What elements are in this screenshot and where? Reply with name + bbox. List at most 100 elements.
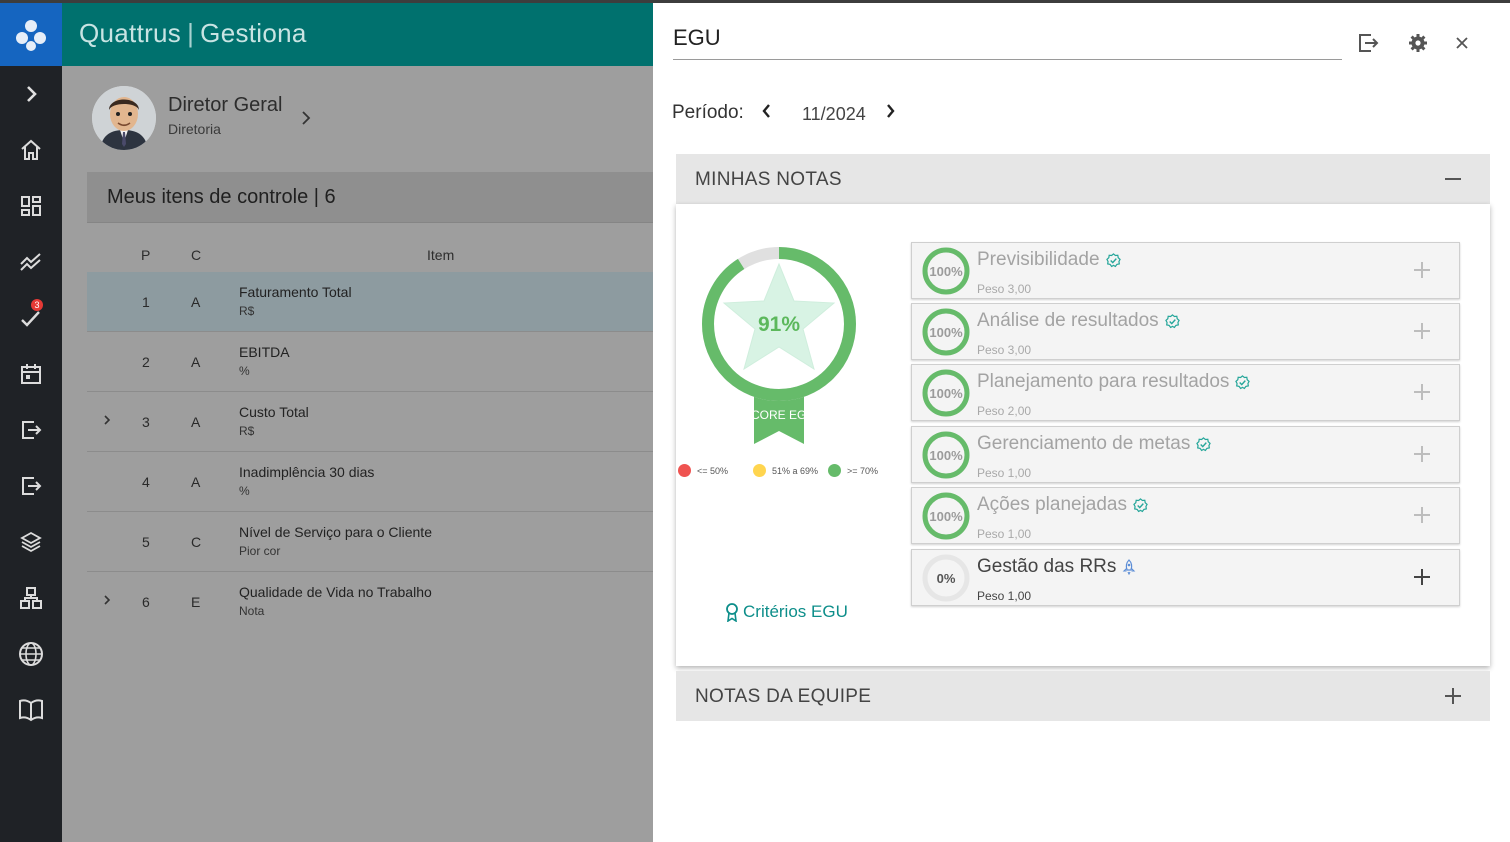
plus-icon [1414, 507, 1430, 523]
chevron-right-icon [302, 111, 311, 125]
product-name: Gestiona [200, 18, 307, 48]
plus-icon [1414, 384, 1430, 400]
score-badge: 91% SCORE EGU [702, 247, 856, 444]
nav-layers[interactable] [0, 514, 62, 570]
main-content: Diretor Geral Diretoria Meus itens de co… [62, 66, 653, 842]
nav-web[interactable] [0, 626, 62, 682]
panel-title: EGU [673, 25, 721, 50]
nav-dashboard[interactable] [0, 178, 62, 234]
card-name: Gerenciamento de metas [977, 433, 1191, 454]
note-card-gestao-rrs[interactable]: 0% Gestão das RRs Peso 1,00 [911, 549, 1460, 606]
row-priority: 3 [142, 414, 150, 430]
plus-icon [1445, 688, 1461, 704]
expand-card-button[interactable] [1413, 383, 1431, 401]
book-icon [19, 699, 43, 722]
card-percent: 100% [929, 385, 963, 401]
app-logo[interactable] [0, 3, 62, 66]
legend-label: >= 70% [847, 465, 879, 476]
expand-card-button[interactable] [1413, 322, 1431, 340]
nav-calendar[interactable] [0, 346, 62, 402]
period-value: 11/2024 [802, 104, 866, 124]
side-nav-rail: 3 [0, 0, 62, 842]
note-card-acoes[interactable]: 100% Ações planejadas Peso 1,00 [911, 487, 1460, 544]
row-name: Qualidade de Vida no Trabalho [239, 584, 432, 600]
note-card-planejamento[interactable]: 100% Planejamento para resultados Peso 2… [911, 364, 1460, 421]
row-expand-button[interactable] [101, 594, 113, 606]
close-button[interactable] [1449, 30, 1475, 56]
nav-manual[interactable] [0, 682, 62, 738]
nav-import[interactable] [0, 402, 62, 458]
period-next-button[interactable] [883, 103, 897, 119]
note-card-previsibilidade[interactable]: 100% Previsibilidade Peso 3,00 [911, 242, 1460, 299]
avatar[interactable] [92, 86, 156, 150]
card-weight: Peso 2,00 [977, 404, 1032, 418]
table-row[interactable]: 5 C Nível de Serviço para o Cliente Pior… [87, 512, 653, 572]
verified-check-icon [1196, 436, 1212, 451]
brand-separator: | [187, 18, 195, 48]
my-notes-header[interactable]: MINHAS NOTAS [676, 154, 1490, 204]
table-row[interactable]: 4 A Inadimplência 30 dias % [87, 452, 653, 512]
legend-label: <= 50% [697, 465, 729, 476]
my-notes-body: 91% SCORE EGU <= 50% 51% a 69% >= 70% Cr… [676, 204, 1490, 666]
nav-tasks[interactable]: 3 [0, 290, 62, 346]
period-prev-button[interactable] [760, 103, 774, 119]
card-name: Análise de resultados [977, 310, 1159, 331]
nav-export[interactable] [0, 458, 62, 514]
export-button[interactable] [1355, 30, 1381, 56]
legend-item: <= 50% [678, 464, 728, 477]
card-title: Análise de resultados [977, 310, 1180, 332]
card-percent: 100% [929, 324, 963, 340]
title-underline [673, 59, 1342, 60]
egu-panel: EGU Período: 11/2024 MINHAS NOTAS 91% SC… [653, 0, 1510, 842]
verified-check-icon [1235, 374, 1251, 389]
card-title: Planejamento para resultados [977, 371, 1251, 393]
legend-item: 51% a 69% [753, 464, 818, 477]
gear-icon [1409, 34, 1427, 52]
chevron-right-icon [104, 415, 111, 425]
row-expand-button[interactable] [101, 414, 113, 426]
nav-home[interactable] [0, 122, 62, 178]
row-name: Nível de Serviço para o Cliente [239, 524, 432, 540]
login-icon [22, 421, 42, 439]
expand-card-button[interactable] [1413, 445, 1431, 463]
row-unit: R$ [239, 304, 255, 318]
legend-dot [678, 464, 691, 477]
chevron-left-icon [762, 104, 770, 118]
expand-card-button[interactable] [1413, 261, 1431, 279]
row-class: E [191, 594, 201, 610]
card-percent: 100% [929, 447, 963, 463]
hierarchy-icon [20, 587, 42, 609]
expand-nav-button[interactable] [0, 66, 62, 122]
nav-trends[interactable] [0, 234, 62, 290]
row-class: C [191, 534, 202, 550]
table-row[interactable]: 2 A EBITDA % [87, 332, 653, 392]
expand-card-button[interactable] [1413, 568, 1431, 586]
criteria-link[interactable]: Critérios EGU [724, 602, 848, 622]
score-label: SCORE EGU [743, 408, 815, 422]
user-avatar-icon [92, 86, 156, 150]
table-row[interactable]: 6 E Qualidade de Vida no Trabalho Nota [87, 572, 653, 632]
row-name: EBITDA [239, 344, 290, 360]
collapse-button[interactable] [1444, 170, 1462, 188]
plus-icon [1414, 446, 1430, 462]
card-name: Gestão das RRs [977, 556, 1117, 577]
expand-card-button[interactable] [1413, 506, 1431, 524]
export-icon [1359, 34, 1379, 52]
nav-hierarchy[interactable] [0, 570, 62, 626]
expand-button[interactable] [1444, 687, 1462, 705]
card-title: Ações planejadas [977, 494, 1148, 516]
user-profile-button[interactable] [298, 110, 314, 126]
dashboard-icon [21, 196, 41, 216]
settings-button[interactable] [1405, 30, 1431, 56]
note-card-analise[interactable]: 100% Análise de resultados Peso 3,00 [911, 303, 1460, 360]
row-priority: 6 [142, 594, 150, 610]
card-percent: 0% [936, 570, 956, 586]
table-row[interactable]: 3 A Custo Total R$ [87, 392, 653, 452]
close-icon [1456, 37, 1468, 49]
card-name: Previsibilidade [977, 249, 1100, 270]
verified-check-icon [1105, 252, 1121, 267]
note-card-gerenciamento[interactable]: 100% Gerenciamento de metas Peso 1,00 [911, 426, 1460, 483]
team-notes-header[interactable]: NOTAS DA EQUIPE [676, 671, 1490, 721]
table-row[interactable]: 1 A Faturamento Total R$ [87, 272, 653, 332]
award-icon [726, 603, 738, 622]
